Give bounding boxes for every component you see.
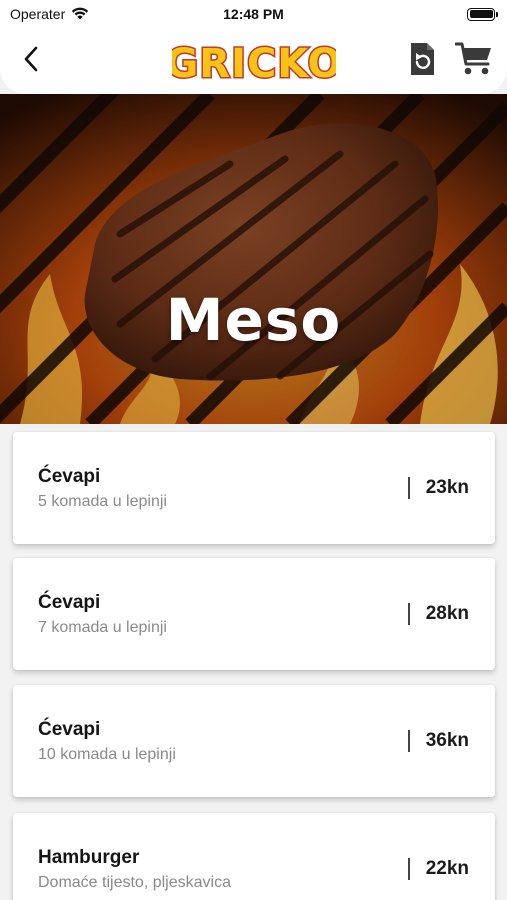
back-button[interactable] [16, 43, 46, 79]
product-name: Ćevapi [38, 718, 101, 740]
price-group: 23kn [408, 477, 469, 499]
product-text: Ćevapi 10 komada u lepinji [38, 719, 176, 764]
screen: Operater 12:48 PM GRICKO Meso Ćevapi 5 k… [0, 0, 507, 900]
product-price: 28kn [425, 603, 469, 624]
product-description: Domaće tijesto, pljeskavica [38, 873, 231, 891]
price-divider [408, 858, 410, 880]
price-group: 28kn [408, 603, 469, 625]
status-bar: Operater 12:48 PM [0, 0, 507, 28]
product-card[interactable]: Ćevapi 10 komada u lepinji 36kn [13, 685, 495, 797]
product-card[interactable]: Hamburger Domaće tijesto, pljeskavica 22… [13, 813, 495, 900]
cart-icon [454, 41, 493, 82]
price-group: 22kn [408, 858, 469, 880]
product-description: 5 komada u lepinji [38, 492, 167, 510]
price-divider [408, 603, 410, 625]
product-price: 23kn [425, 477, 469, 498]
product-name: Ćevapi [38, 591, 101, 613]
category-hero-banner: Meso [0, 94, 507, 424]
carrier-label: Operater [10, 6, 66, 22]
app-header: GRICKO [0, 28, 507, 94]
chevron-left-icon [23, 46, 39, 77]
battery-icon [467, 7, 498, 21]
product-price: 22kn [425, 858, 469, 879]
product-text: Ćevapi 7 komada u lepinji [38, 592, 167, 637]
product-text: Hamburger Domaće tijesto, pljeskavica [38, 847, 231, 892]
cart-button[interactable] [454, 41, 493, 82]
header-actions [407, 40, 493, 83]
product-list: Ćevapi 5 komada u lepinji 23kn Ćevapi 7 … [0, 424, 507, 900]
price-divider [408, 477, 410, 499]
wifi-icon [71, 6, 89, 23]
product-text: Ćevapi 5 komada u lepinji [38, 466, 167, 511]
price-divider [408, 730, 410, 752]
status-left: Operater [10, 6, 89, 23]
product-description: 10 komada u lepinji [38, 745, 176, 763]
product-name: Hamburger [38, 846, 140, 868]
product-card[interactable]: Ćevapi 7 komada u lepinji 28kn [13, 558, 495, 670]
price-group: 36kn [408, 730, 469, 752]
gricko-logo: GRICKO [163, 32, 342, 89]
category-title: Meso [165, 286, 342, 354]
refresh-button[interactable] [407, 40, 437, 83]
logo-text: GRICKO [172, 41, 336, 87]
product-name: Ćevapi [38, 465, 101, 487]
product-description: 7 komada u lepinji [38, 618, 167, 636]
product-card[interactable]: Ćevapi 5 komada u lepinji 23kn [13, 432, 495, 544]
refresh-icon [407, 40, 437, 83]
product-price: 36kn [425, 730, 469, 751]
grilled-steak-image [0, 94, 507, 424]
